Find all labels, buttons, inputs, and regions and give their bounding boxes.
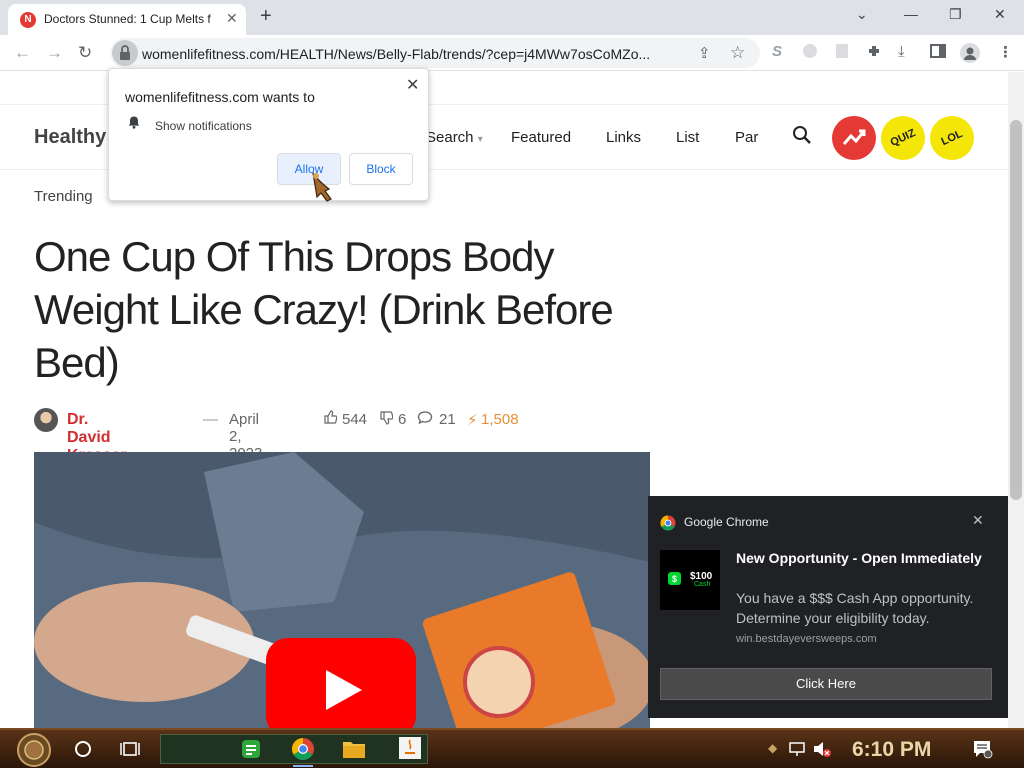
page-scrollbar-thumb[interactable]	[1010, 120, 1022, 500]
lol-badge[interactable]: LOL	[922, 108, 982, 168]
mouse-cursor-icon	[307, 169, 337, 208]
reload-icon[interactable]: ↻	[78, 43, 92, 63]
site-info-lock-icon[interactable]	[112, 40, 138, 66]
toast-source: win.bestdayeversweeps.com	[736, 633, 877, 645]
minimize-icon[interactable]: —	[904, 6, 918, 22]
java-app-icon[interactable]	[398, 736, 422, 765]
toast-app-name: Google Chrome	[684, 515, 769, 529]
notes-app-icon[interactable]	[240, 738, 262, 765]
author-avatar[interactable]	[34, 408, 58, 432]
article-video-thumbnail[interactable]	[34, 452, 650, 728]
download-icon[interactable]: ⤓	[898, 43, 905, 60]
permission-close-icon[interactable]: ✕	[406, 75, 419, 95]
tab-strip: N Doctors Stunned: 1 Cup Melts f ✕ + ⌄ —…	[0, 0, 1024, 35]
thumbs-down-icon[interactable]	[379, 411, 394, 429]
nav-par[interactable]: Par	[735, 129, 758, 146]
toast-headline: New Opportunity - Open Immediately	[736, 550, 982, 566]
forward-icon[interactable]: →	[46, 43, 63, 63]
extensions-puzzle-icon[interactable]	[866, 43, 882, 63]
chrome-taskbar-icon[interactable]	[291, 737, 315, 767]
window-close-icon[interactable]: ✕	[994, 6, 1006, 23]
action-center-icon[interactable]	[972, 739, 994, 764]
restore-icon[interactable]: ❐	[949, 6, 962, 23]
back-icon[interactable]: ←	[14, 43, 31, 63]
extension-s-icon[interactable]: S	[772, 43, 782, 60]
browser-tab[interactable]: N Doctors Stunned: 1 Cup Melts f ✕	[8, 4, 246, 35]
svg-text:$: $	[672, 574, 677, 584]
show-hidden-icons-icon[interactable]: ◆	[768, 741, 777, 755]
nav-featured[interactable]: Featured	[511, 129, 571, 146]
nav-list[interactable]: List	[676, 129, 699, 146]
chrome-menu-icon[interactable]: ⋮	[998, 43, 1013, 61]
tab-search-chevron-icon[interactable]: ⌄	[856, 6, 868, 23]
breadcrumb-trending[interactable]: Trending	[34, 188, 93, 205]
task-view-icon[interactable]	[120, 740, 140, 763]
dislikes-count: 6	[398, 411, 407, 428]
share-icon[interactable]: ⇪	[698, 44, 711, 62]
thumbs-up-icon[interactable]	[323, 410, 338, 428]
taskbar-clock[interactable]: 6:10 PM	[852, 738, 931, 762]
toast-close-icon[interactable]: ✕	[972, 512, 984, 529]
search-icon[interactable]	[792, 125, 812, 149]
likes-count: 544	[342, 411, 368, 428]
bookmark-star-icon[interactable]: ☆	[730, 43, 745, 63]
chrome-toast-notification[interactable]: Google Chrome ✕ $ $100 Cash New Opportun…	[648, 496, 1008, 718]
taskbar: ◆ 6:10 PM	[0, 728, 1024, 768]
nav-search[interactable]: Search ▾	[426, 129, 483, 146]
start-button-icon[interactable]	[12, 732, 56, 773]
meta-dash: —	[203, 411, 218, 428]
quiz-badge[interactable]: QUIZ	[873, 108, 933, 168]
lightning-icon: ⚡	[467, 412, 478, 429]
new-tab-icon[interactable]: +	[260, 5, 272, 28]
notification-permission-dialog: womenlifefitness.com wants to ✕ Show not…	[108, 68, 429, 202]
article-headline: One Cup Of This Drops Body Weight Like C…	[34, 233, 614, 386]
cash-app-image: $ $100 Cash	[660, 550, 720, 610]
url-text: womenlifefitness.com/HEALTH/News/Belly-F…	[142, 46, 651, 62]
file-explorer-icon[interactable]	[342, 738, 366, 765]
tab-title: Doctors Stunned: 1 Cup Melts f	[44, 12, 211, 26]
shares-count: 1,508	[481, 411, 519, 428]
browser-toolbar: ← → ↻ womenlifefitness.com/HEALTH/News/B…	[0, 35, 1024, 71]
block-button[interactable]: Block	[349, 153, 413, 185]
video-frame	[34, 452, 650, 728]
comment-icon[interactable]	[417, 410, 433, 429]
extension-doc-icon[interactable]	[834, 43, 850, 63]
breadcrumb[interactable]: Trending	[34, 188, 93, 205]
extension-c-icon[interactable]	[802, 43, 818, 63]
cash-image-caption: Cash	[694, 581, 711, 588]
profile-avatar-icon[interactable]	[960, 43, 980, 67]
volume-muted-icon[interactable]	[812, 740, 832, 763]
toast-body: You have a $$$ Cash App opportunity. Det…	[736, 590, 974, 626]
cortana-icon[interactable]	[74, 740, 92, 763]
click-here-button[interactable]: Click Here	[660, 668, 992, 700]
network-icon[interactable]	[788, 740, 806, 763]
show-notifications-label: Show notifications	[155, 119, 252, 133]
nav-links[interactable]: Links	[606, 129, 641, 146]
tab-close-icon[interactable]: ✕	[226, 10, 238, 27]
site-logo[interactable]: Healthy	[34, 126, 106, 149]
trending-badge-icon[interactable]	[832, 116, 876, 160]
side-panel-icon[interactable]	[930, 43, 946, 63]
address-bar[interactable]: womenlifefitness.com/HEALTH/News/Belly-F…	[110, 38, 760, 68]
permission-title: womenlifefitness.com wants to	[125, 89, 315, 105]
comments-count: 21	[439, 411, 456, 428]
chrome-logo-icon	[660, 515, 676, 536]
site-favicon-icon: N	[20, 12, 36, 28]
bell-icon	[127, 115, 141, 132]
